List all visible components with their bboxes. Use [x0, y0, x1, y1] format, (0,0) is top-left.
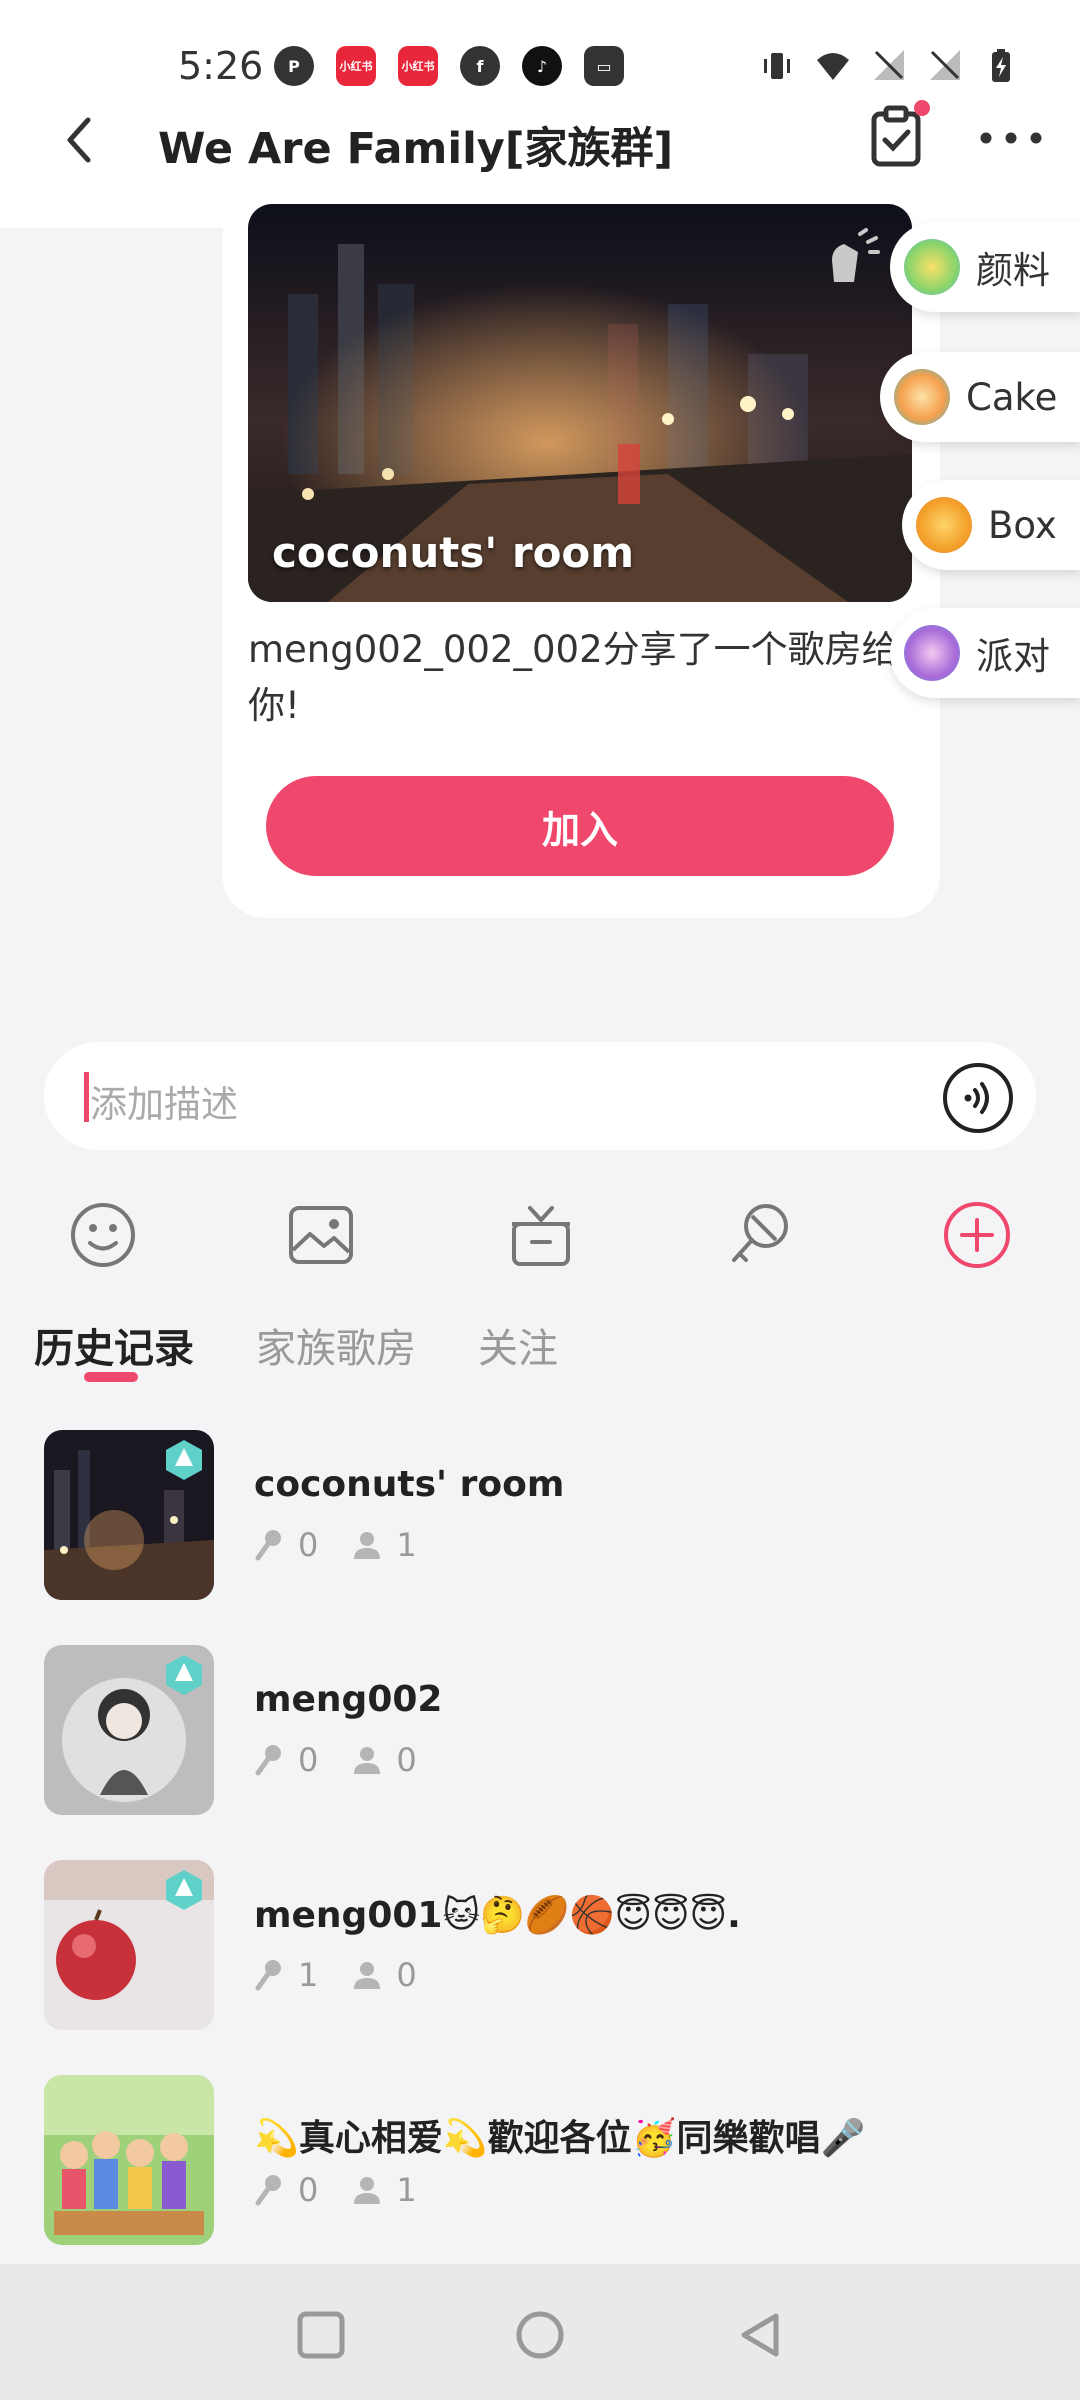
triangle-back-icon[interactable] — [734, 2308, 788, 2362]
image-icon[interactable] — [284, 1198, 358, 1272]
emoji-icon[interactable] — [66, 1198, 140, 1272]
box-icon — [916, 497, 972, 553]
description-placeholder: 添加描述 — [90, 1083, 238, 1126]
more-horizontal-icon[interactable] — [976, 118, 1046, 158]
float-item-label: 颜料 — [976, 249, 1050, 292]
text-cursor — [84, 1072, 89, 1122]
xiaohongshu-icon: 小红书 — [336, 46, 376, 86]
party-popper-icon — [904, 625, 960, 681]
active-tab-indicator — [84, 1372, 138, 1382]
user-icon — [354, 1532, 381, 1559]
mic-count: 0 — [298, 2171, 319, 2209]
room-title: meng002 — [254, 1679, 443, 1720]
circle-icon[interactable] — [513, 2308, 567, 2362]
voice-wave-icon[interactable] — [942, 1062, 1014, 1134]
float-item-label: 派对 — [976, 635, 1050, 678]
tab-history[interactable]: 历史记录 — [34, 1316, 194, 1374]
user-count: 1 — [396, 1526, 417, 1564]
room-stats: 0 0 — [254, 1741, 417, 1779]
vibrate-icon — [764, 53, 790, 79]
microphone-icon — [255, 1745, 281, 1776]
status-notification-icons: P 小红书 小红书 f ♪ ▭ — [274, 46, 624, 86]
tab-family-rooms[interactable]: 家族歌房 — [256, 1316, 416, 1374]
tab-following[interactable]: 关注 — [478, 1316, 558, 1374]
room-thumbnail[interactable] — [44, 2075, 214, 2245]
mic-count: 0 — [298, 1741, 319, 1779]
float-item-label: Box — [988, 503, 1057, 547]
microphone-icon — [255, 1530, 281, 1561]
user-icon — [354, 1962, 381, 1989]
wallet-icon: ▭ — [584, 46, 624, 86]
mic-count: 1 — [298, 1956, 319, 1994]
chevron-left-icon[interactable] — [52, 110, 112, 170]
float-item-label: Cake — [966, 375, 1058, 419]
room-level-badge-icon — [166, 1440, 202, 1480]
microphone-off-icon[interactable] — [722, 1198, 796, 1272]
float-item-box[interactable]: Box — [902, 480, 1080, 570]
room-title: meng001🐱🤔🏉🏀😇😇😇. — [254, 1895, 741, 1936]
room-stats: 0 1 — [254, 2171, 417, 2209]
tiktok-icon: ♪ — [522, 46, 562, 86]
battery-charging-icon — [992, 49, 1010, 82]
status-system-icons — [760, 48, 1018, 84]
user-icon — [354, 2177, 381, 2204]
chat-title: We Are Family[家族群] — [158, 124, 674, 174]
status-time: 5:26 — [178, 44, 264, 88]
microphone-icon — [255, 2175, 281, 2206]
room-stats: 0 1 — [254, 1526, 417, 1564]
gift-icon[interactable] — [504, 1198, 578, 1272]
room-stats: 1 0 — [254, 1956, 417, 1994]
plus-circle-icon[interactable] — [940, 1198, 1014, 1272]
p-app-icon: P — [274, 46, 314, 86]
shake-hand-icon[interactable] — [824, 226, 880, 286]
cake-icon — [894, 369, 950, 425]
float-item-cake[interactable]: Cake — [880, 352, 1080, 442]
float-item-paint[interactable]: 颜料 — [890, 222, 1080, 312]
room-level-badge-icon — [166, 1870, 202, 1910]
microphone-icon — [255, 1960, 281, 1991]
wifi-icon — [817, 53, 849, 80]
room-title: 💫真心相爱💫歡迎各位🥳同樂歡唱🎤 — [254, 2118, 866, 2159]
join-button[interactable]: 加入 — [266, 776, 894, 876]
facebook-icon: f — [460, 46, 500, 86]
room-cover-title: coconuts' room — [272, 528, 635, 577]
share-message: meng002_002_002分享了一个歌房给你! — [248, 628, 899, 727]
user-count: 0 — [396, 1741, 417, 1779]
xiaohongshu-icon-2: 小红书 — [398, 46, 438, 86]
paint-icon — [904, 239, 960, 295]
float-item-party[interactable]: 派对 — [890, 608, 1080, 698]
square-icon[interactable] — [294, 2308, 348, 2362]
user-count: 1 — [396, 2171, 417, 2209]
notification-dot — [914, 100, 930, 116]
room-level-badge-icon — [166, 1655, 202, 1695]
room-title: coconuts' room — [254, 1464, 565, 1505]
no-signal-icon — [874, 50, 904, 80]
user-count: 0 — [396, 1956, 417, 1994]
user-icon — [354, 1747, 381, 1774]
no-signal-icon-2 — [930, 50, 960, 80]
mic-count: 0 — [298, 1526, 319, 1564]
